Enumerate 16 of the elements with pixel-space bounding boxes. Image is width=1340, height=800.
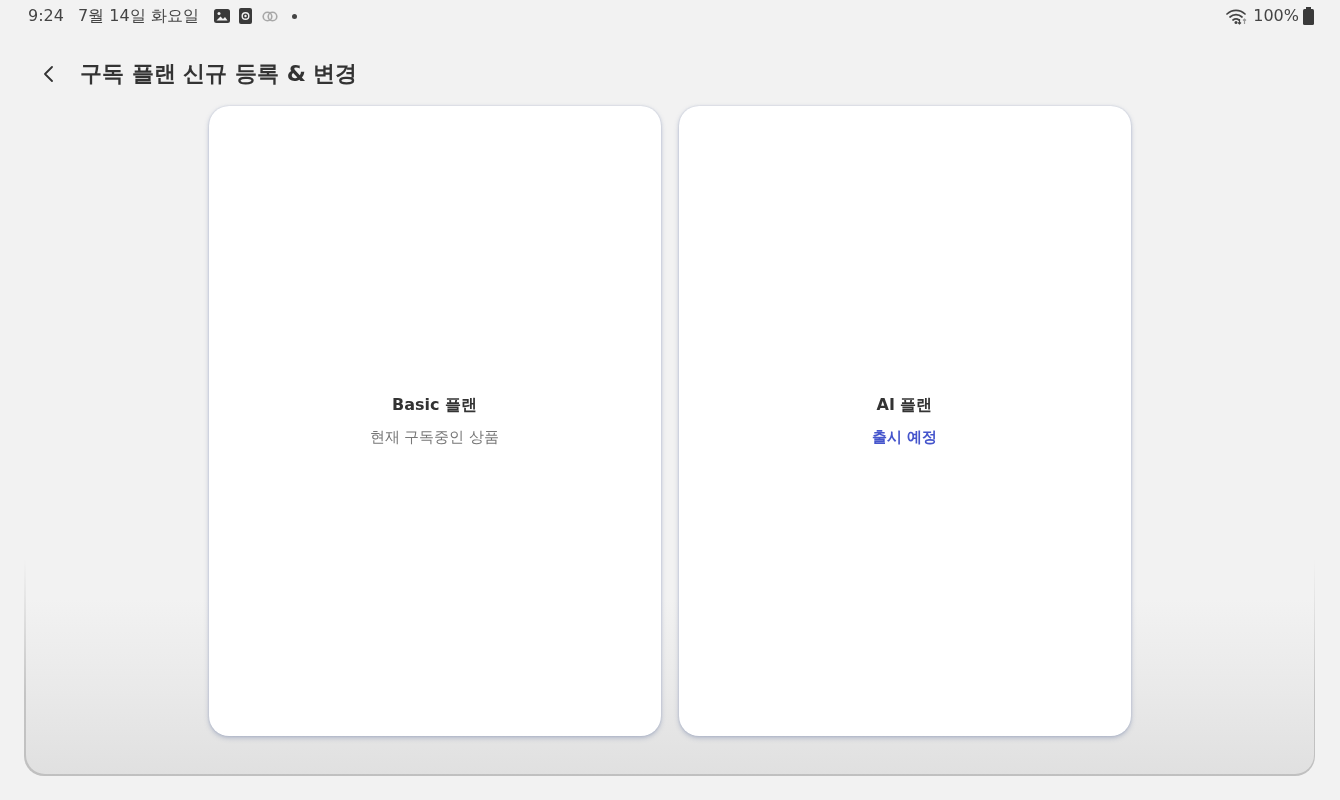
- plan-name: Basic 플랜: [391, 394, 478, 416]
- plan-name: AI 플랜: [876, 394, 933, 416]
- overlapping-circles-icon: [261, 10, 278, 22]
- status-date: 7월 14일 화요일: [77, 6, 199, 26]
- battery-icon: [1303, 7, 1314, 25]
- image-icon: [213, 9, 230, 23]
- plan-card[interactable]: Basic 플랜 현재 구독중인 상품: [208, 106, 661, 736]
- back-icon: [44, 66, 53, 82]
- plan-status: 출시 예정: [871, 427, 938, 448]
- status-time: 9:24: [28, 6, 64, 26]
- page-title: 구독 플랜 신규 등록 & 변경: [80, 60, 358, 88]
- plan-status: 현재 구독중인 상품: [369, 427, 500, 448]
- battery-percent: 100%: [1253, 6, 1299, 26]
- dot-icon: [291, 13, 297, 19]
- wifi-icon: [1226, 7, 1249, 25]
- plan-card[interactable]: AI 플랜 출시 예정: [678, 106, 1131, 736]
